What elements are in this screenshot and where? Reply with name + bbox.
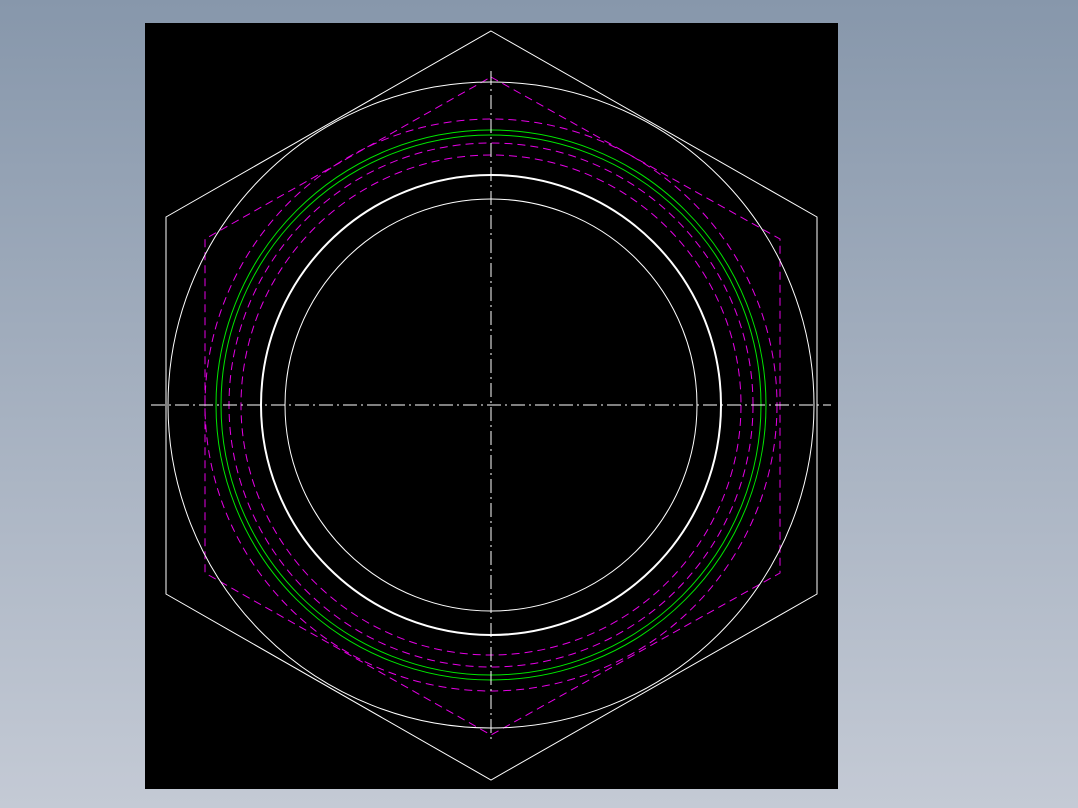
drawing-sheet[interactable] (145, 23, 838, 789)
nut-drawing-canvas (151, 30, 831, 781)
cad-viewport[interactable] (0, 0, 1078, 808)
